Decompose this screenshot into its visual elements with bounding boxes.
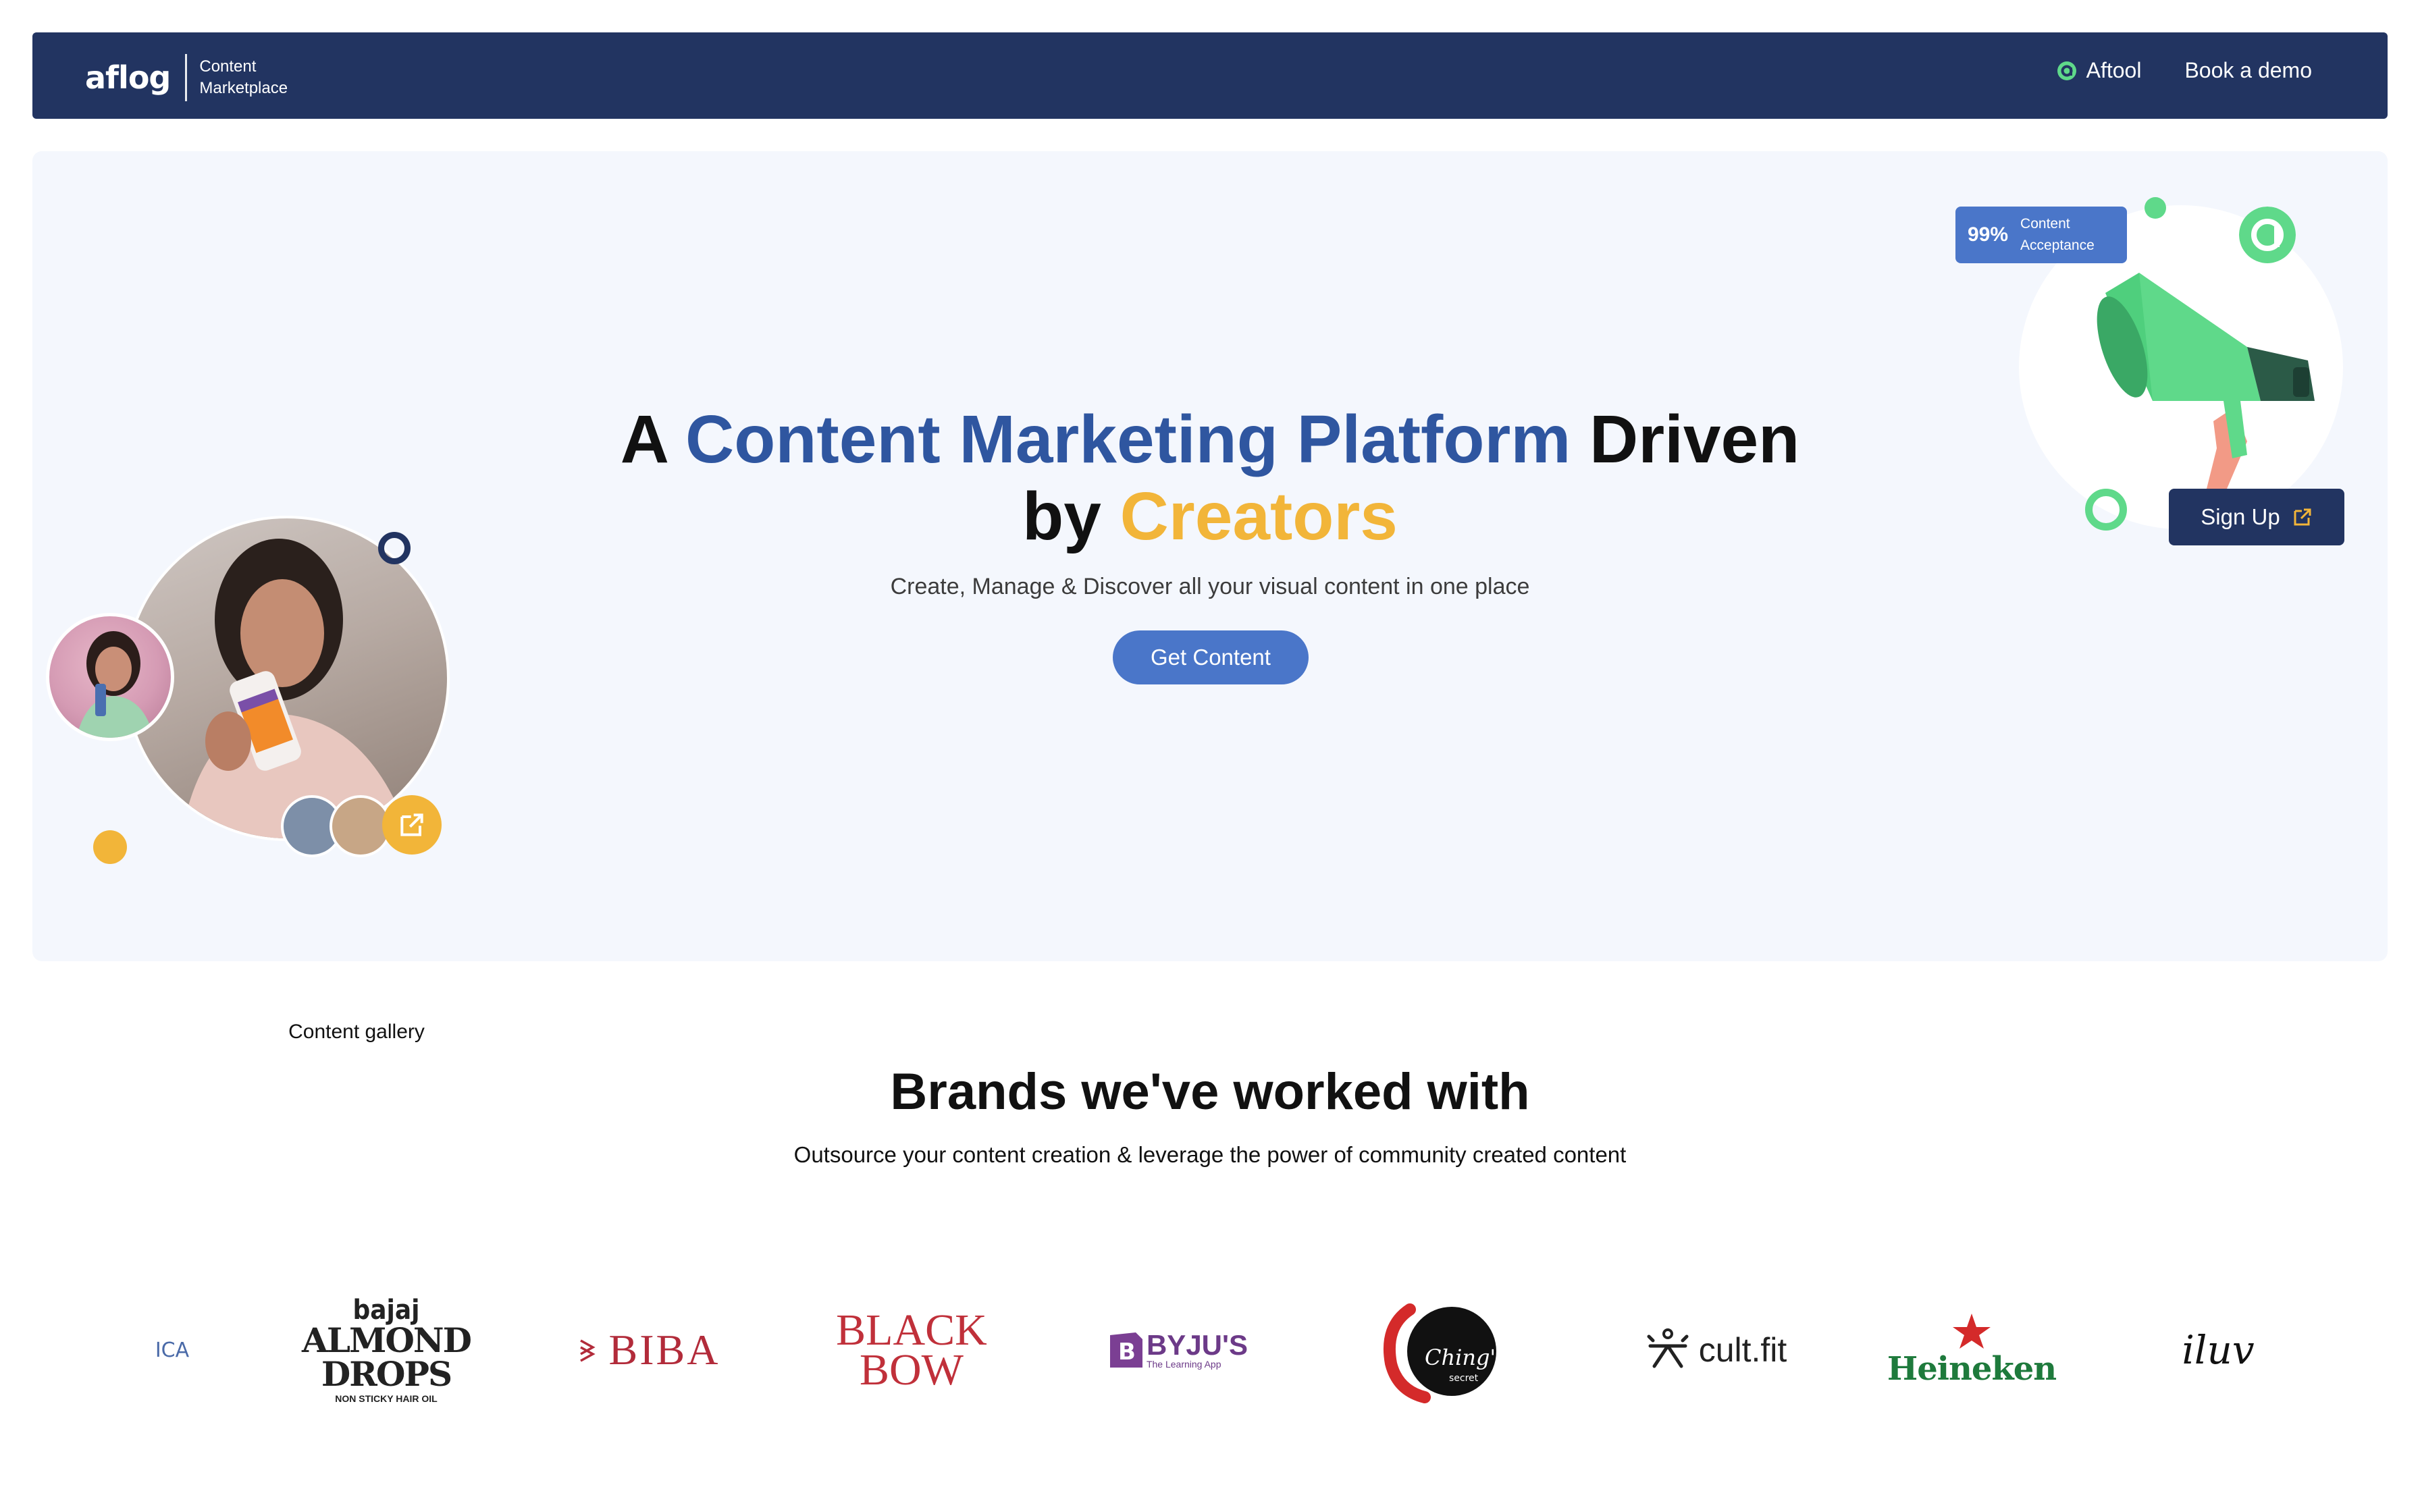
brand[interactable]: aflog Content Marketplace xyxy=(85,54,288,101)
acceptance-label-line2: Acceptance xyxy=(2020,238,2095,253)
creator-photo xyxy=(181,539,411,838)
byjus-emblem-icon: B xyxy=(1109,1332,1142,1368)
brand-logo-biba: BIBA xyxy=(574,1282,722,1418)
creator-avatar[interactable] xyxy=(46,613,174,741)
brand-logo-black-bow: BLACK BOW xyxy=(836,1282,987,1418)
external-link-icon xyxy=(2294,508,2311,526)
creator-avatar-photo xyxy=(76,631,154,738)
gold-dot-decoration xyxy=(93,830,127,864)
navy-ring-decoration xyxy=(378,532,411,564)
acceptance-label-line1: Content xyxy=(2020,216,2070,232)
chings-emblem-icon: Ching's secret xyxy=(1383,1303,1506,1403)
hero-title-part1: A xyxy=(620,402,686,477)
sign-up-button[interactable]: Sign Up xyxy=(2169,489,2344,545)
brand-logo-chings: Ching's secret xyxy=(1377,1282,1506,1418)
brand-logo-heineken: Heineken xyxy=(1887,1282,2057,1418)
acceptance-badge: 99% Content Acceptance xyxy=(1955,207,2127,263)
content-gallery-label[interactable]: Content gallery xyxy=(240,1021,473,1044)
brand-logo-cultfit: cult.fit xyxy=(1634,1282,1796,1418)
brand-subtitle-line1: Content xyxy=(199,57,257,76)
nav-link-aftool[interactable]: Aftool xyxy=(2057,58,2142,83)
biba-emblem-icon xyxy=(579,1339,596,1362)
brand-logo-byjus: B BYJU'S The Learning App xyxy=(1107,1282,1249,1418)
hero-title-part3: by xyxy=(1022,479,1120,554)
svg-text:Ching's: Ching's xyxy=(1425,1345,1506,1370)
brand-logo-black-bow-line2: BOW xyxy=(860,1345,964,1395)
svg-text:secret: secret xyxy=(1449,1373,1479,1384)
acceptance-percent: 99% xyxy=(1968,223,2009,246)
brand-logo[interactable]: aflog xyxy=(85,59,171,96)
brand-logo-byjus-tagline: The Learning App xyxy=(1146,1359,1221,1370)
green-ring-decoration xyxy=(2085,489,2127,531)
brand-logo-bajaj-line1: ALMOND xyxy=(302,1320,472,1360)
content-gallery-link-button[interactable] xyxy=(382,795,442,855)
brand-separator xyxy=(185,54,188,101)
brand-logo-byjus-text: BYJU'S The Learning App xyxy=(1146,1329,1248,1370)
sign-up-label: Sign Up xyxy=(2201,504,2280,529)
brand-logo-bajaj: bajaj ALMOND DROPS NON STICKY HAIR OIL xyxy=(302,1282,472,1418)
acceptance-label: Content Acceptance xyxy=(2020,213,2095,256)
brand-logo-heineken-text: Heineken xyxy=(1887,1350,2057,1388)
brand-logo-ica: ICA xyxy=(135,1282,209,1418)
nav-link-book-demo-label: Book a demo xyxy=(2184,58,2312,82)
nav-link-book-demo[interactable]: Book a demo xyxy=(2184,58,2312,83)
brands-subtitle: Outsource your content creation & levera… xyxy=(793,1142,1627,1167)
brand-logo-black-bow-line1: BLACK xyxy=(836,1305,987,1355)
brand-subtitle-line2: Marketplace xyxy=(199,79,288,97)
brand-subtitle: Content Marketplace xyxy=(199,56,288,99)
hero-title-part2: Driven xyxy=(1571,402,1800,477)
brand-logo-bajaj-line3: NON STICKY HAIR OIL xyxy=(335,1393,438,1404)
cultfit-emblem-icon xyxy=(1647,1328,1689,1368)
green-dot-decoration xyxy=(2145,197,2166,219)
aftool-icon xyxy=(2057,61,2076,80)
brands-title: Brands we've worked with xyxy=(890,1063,1530,1120)
brand-logo-bajaj-line2: DROPS xyxy=(321,1354,452,1394)
nav-link-aftool-label: Aftool xyxy=(2086,58,2142,82)
brand-logo-iluv: iluv xyxy=(2167,1282,2269,1418)
hero-title-highlight: Content Marketing Platform xyxy=(685,402,1571,477)
brand-logo-cultfit-text: cult.fit xyxy=(1698,1331,1787,1369)
get-content-button[interactable]: Get Content xyxy=(1113,630,1309,684)
megaphone-icon xyxy=(2097,273,2315,489)
brand-logo-iluv-text: iluv xyxy=(2182,1327,2255,1373)
top-navbar: aflog Content Marketplace Aftool Book a … xyxy=(32,32,2388,119)
external-link-icon xyxy=(400,813,423,836)
brand-logo-biba-text: BIBA xyxy=(608,1326,720,1374)
hero-title-highlight2: Creators xyxy=(1120,479,1398,554)
brand-logo-byjus-name: BYJU'S xyxy=(1146,1329,1248,1361)
red-star-icon xyxy=(1953,1314,1991,1349)
svg-text:B: B xyxy=(1118,1339,1136,1366)
aftool-ring-icon xyxy=(2239,207,2296,263)
nav-links: Aftool Book a demo xyxy=(2057,58,2312,83)
brand-logo-ica-text: ICA xyxy=(155,1338,190,1362)
brand-logo-bajaj-top: bajaj xyxy=(352,1295,420,1326)
